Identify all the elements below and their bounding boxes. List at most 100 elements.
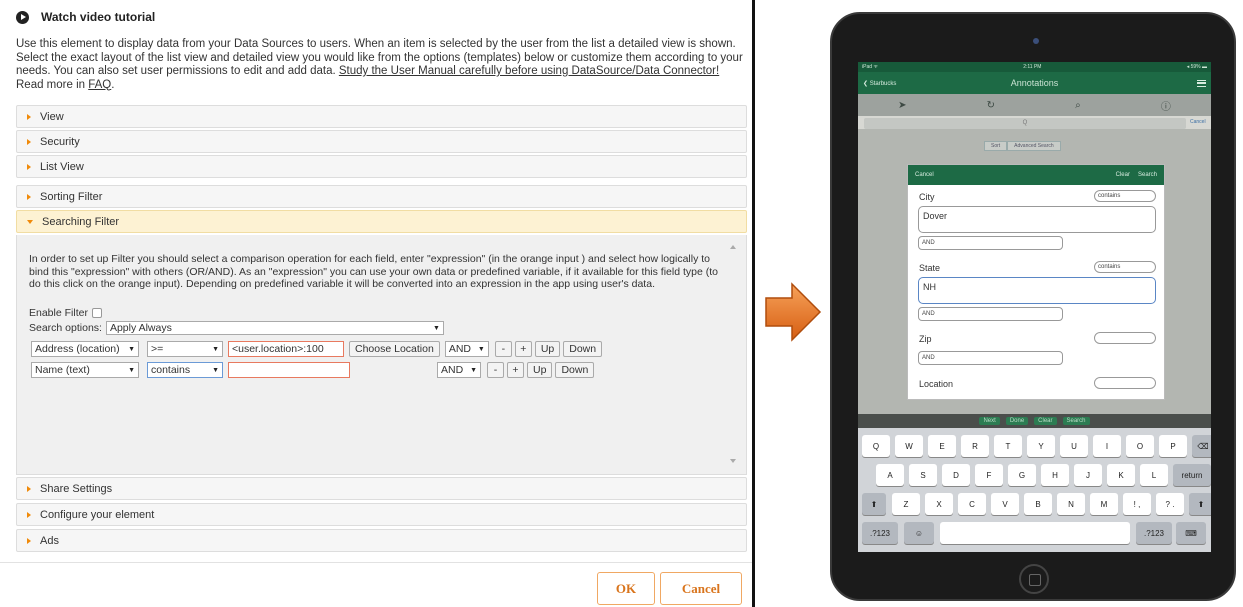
field-select[interactable]: Name (text) ▼	[31, 362, 139, 378]
user-manual-link[interactable]: Study the User Manual carefully before u…	[339, 65, 719, 77]
key-punct-7[interactable]: ! ,	[1123, 493, 1151, 515]
key-punct-5[interactable]: N	[1057, 493, 1085, 515]
key-y[interactable]: Y	[1027, 435, 1055, 457]
key-punct-0[interactable]: Z	[892, 493, 920, 515]
search-bar[interactable]: Q	[864, 118, 1186, 129]
key-o[interactable]: O	[1126, 435, 1154, 457]
shift-icon[interactable]: ⬆	[862, 493, 886, 515]
numbers-key[interactable]: .?123	[862, 522, 898, 544]
accordion-configure-element[interactable]: Configure your element	[16, 503, 747, 526]
key-l[interactable]: L	[1140, 464, 1168, 486]
search-icon[interactable]: ⌕	[1075, 100, 1081, 111]
move-down-button[interactable]: Down	[563, 341, 603, 357]
key-s[interactable]: S	[909, 464, 937, 486]
city-input[interactable]: Dover	[918, 206, 1156, 233]
key-j[interactable]: J	[1074, 464, 1102, 486]
cancel-button[interactable]: Cancel	[660, 572, 742, 605]
sort-tab[interactable]: Sort	[984, 141, 1008, 151]
key-h[interactable]: H	[1041, 464, 1069, 486]
location-arrow-icon[interactable]: ➤	[898, 100, 906, 111]
shift-icon[interactable]: ⬆	[1189, 493, 1211, 515]
key-g[interactable]: G	[1008, 464, 1036, 486]
operator-select[interactable]: contains ▼	[147, 362, 223, 378]
zip-operator[interactable]	[1094, 332, 1156, 344]
scroll-down-icon[interactable]	[730, 459, 736, 463]
city-operator[interactable]: contains	[1094, 190, 1156, 202]
key-e[interactable]: E	[928, 435, 956, 457]
modal-cancel-button[interactable]: Cancel	[915, 172, 934, 178]
key-t[interactable]: T	[994, 435, 1022, 457]
expression-input[interactable]	[228, 362, 350, 378]
enable-filter-checkbox[interactable]	[91, 308, 102, 318]
scroll-up-icon[interactable]	[730, 245, 736, 249]
key-i[interactable]: I	[1093, 435, 1121, 457]
menu-icon[interactable]	[1197, 79, 1206, 87]
key-punct-4[interactable]: B	[1024, 493, 1052, 515]
add-row-button[interactable]: +	[514, 341, 532, 357]
key-f[interactable]: F	[975, 464, 1003, 486]
keyboard-dismiss-icon[interactable]: ⌨	[1176, 522, 1206, 544]
scrollbar[interactable]	[728, 241, 738, 467]
key-w[interactable]: W	[895, 435, 923, 457]
modal-clear-button[interactable]: Clear	[1116, 172, 1130, 178]
accordion-list-view[interactable]: List View	[16, 155, 747, 178]
state-input[interactable]: NH	[918, 277, 1156, 304]
expression-input[interactable]: <user.location>:100	[228, 341, 344, 357]
move-down-button[interactable]: Down	[555, 362, 595, 378]
accordion-view[interactable]: View	[16, 105, 747, 128]
logic-select[interactable]: AND ▼	[437, 362, 481, 378]
accordion-ads[interactable]: Ads	[16, 529, 747, 552]
info-icon[interactable]: ⓘ	[1161, 98, 1171, 113]
key-punct-2[interactable]: C	[958, 493, 986, 515]
accordion-searching-filter[interactable]: Searching Filter	[16, 210, 747, 233]
accordion-sorting-filter[interactable]: Sorting Filter	[16, 185, 747, 208]
move-up-button[interactable]: Up	[527, 362, 553, 378]
search-options-select[interactable]: Apply Always ▼	[105, 321, 444, 335]
logic-select[interactable]: AND ▼	[444, 341, 489, 357]
key-p[interactable]: P	[1159, 435, 1187, 457]
move-up-button[interactable]: Up	[534, 341, 561, 357]
emoji-icon[interactable]: ☺	[904, 522, 934, 544]
backspace-icon[interactable]: ⌫	[1192, 435, 1211, 457]
city-logic[interactable]: AND	[918, 236, 1063, 250]
key-u[interactable]: U	[1060, 435, 1088, 457]
ok-button[interactable]: OK	[597, 572, 655, 605]
operator-select[interactable]: >= ▼	[147, 341, 223, 357]
remove-row-button[interactable]: -	[487, 362, 504, 378]
location-operator[interactable]	[1094, 377, 1156, 389]
choose-location-button[interactable]: Choose Location	[349, 341, 440, 357]
remove-row-button[interactable]: -	[494, 341, 512, 357]
back-button[interactable]: ❮ Starbucks	[863, 80, 896, 87]
refresh-icon[interactable]: ↻	[987, 100, 995, 111]
add-row-button[interactable]: +	[507, 362, 524, 378]
field-select[interactable]: Address (location) ▼	[31, 341, 139, 357]
kb-done-button[interactable]: Done	[1005, 417, 1029, 425]
dropdown-arrow-icon: ▼	[433, 324, 440, 332]
key-a[interactable]: A	[876, 464, 904, 486]
tutorial-link[interactable]: Watch video tutorial	[16, 10, 155, 24]
space-key[interactable]	[940, 522, 1130, 544]
key-punct-1[interactable]: X	[925, 493, 953, 515]
numbers-key[interactable]: .?123	[1136, 522, 1172, 544]
kb-clear-button[interactable]: Clear	[1034, 417, 1057, 425]
return-key[interactable]: return	[1173, 464, 1211, 486]
accordion-share-settings[interactable]: Share Settings	[16, 477, 747, 500]
kb-next-button[interactable]: Next	[979, 417, 1000, 425]
zip-logic[interactable]: AND	[918, 351, 1063, 365]
state-logic[interactable]: AND	[918, 307, 1063, 321]
key-punct-8[interactable]: ? .	[1156, 493, 1184, 515]
accordion-security[interactable]: Security	[16, 130, 747, 153]
key-punct-3[interactable]: V	[991, 493, 1019, 515]
advanced-search-tab[interactable]: Advanced Search	[1007, 141, 1061, 151]
modal-search-button[interactable]: Search	[1138, 172, 1157, 178]
key-d[interactable]: D	[942, 464, 970, 486]
key-q[interactable]: Q	[862, 435, 890, 457]
key-k[interactable]: K	[1107, 464, 1135, 486]
faq-link[interactable]: FAQ	[88, 79, 111, 91]
state-operator[interactable]: contains	[1094, 261, 1156, 273]
kb-search-button[interactable]: Search	[1062, 417, 1090, 425]
home-button[interactable]	[1019, 564, 1049, 594]
search-cancel-button[interactable]: Cancel	[1190, 119, 1206, 125]
key-r[interactable]: R	[961, 435, 989, 457]
key-punct-6[interactable]: M	[1090, 493, 1118, 515]
